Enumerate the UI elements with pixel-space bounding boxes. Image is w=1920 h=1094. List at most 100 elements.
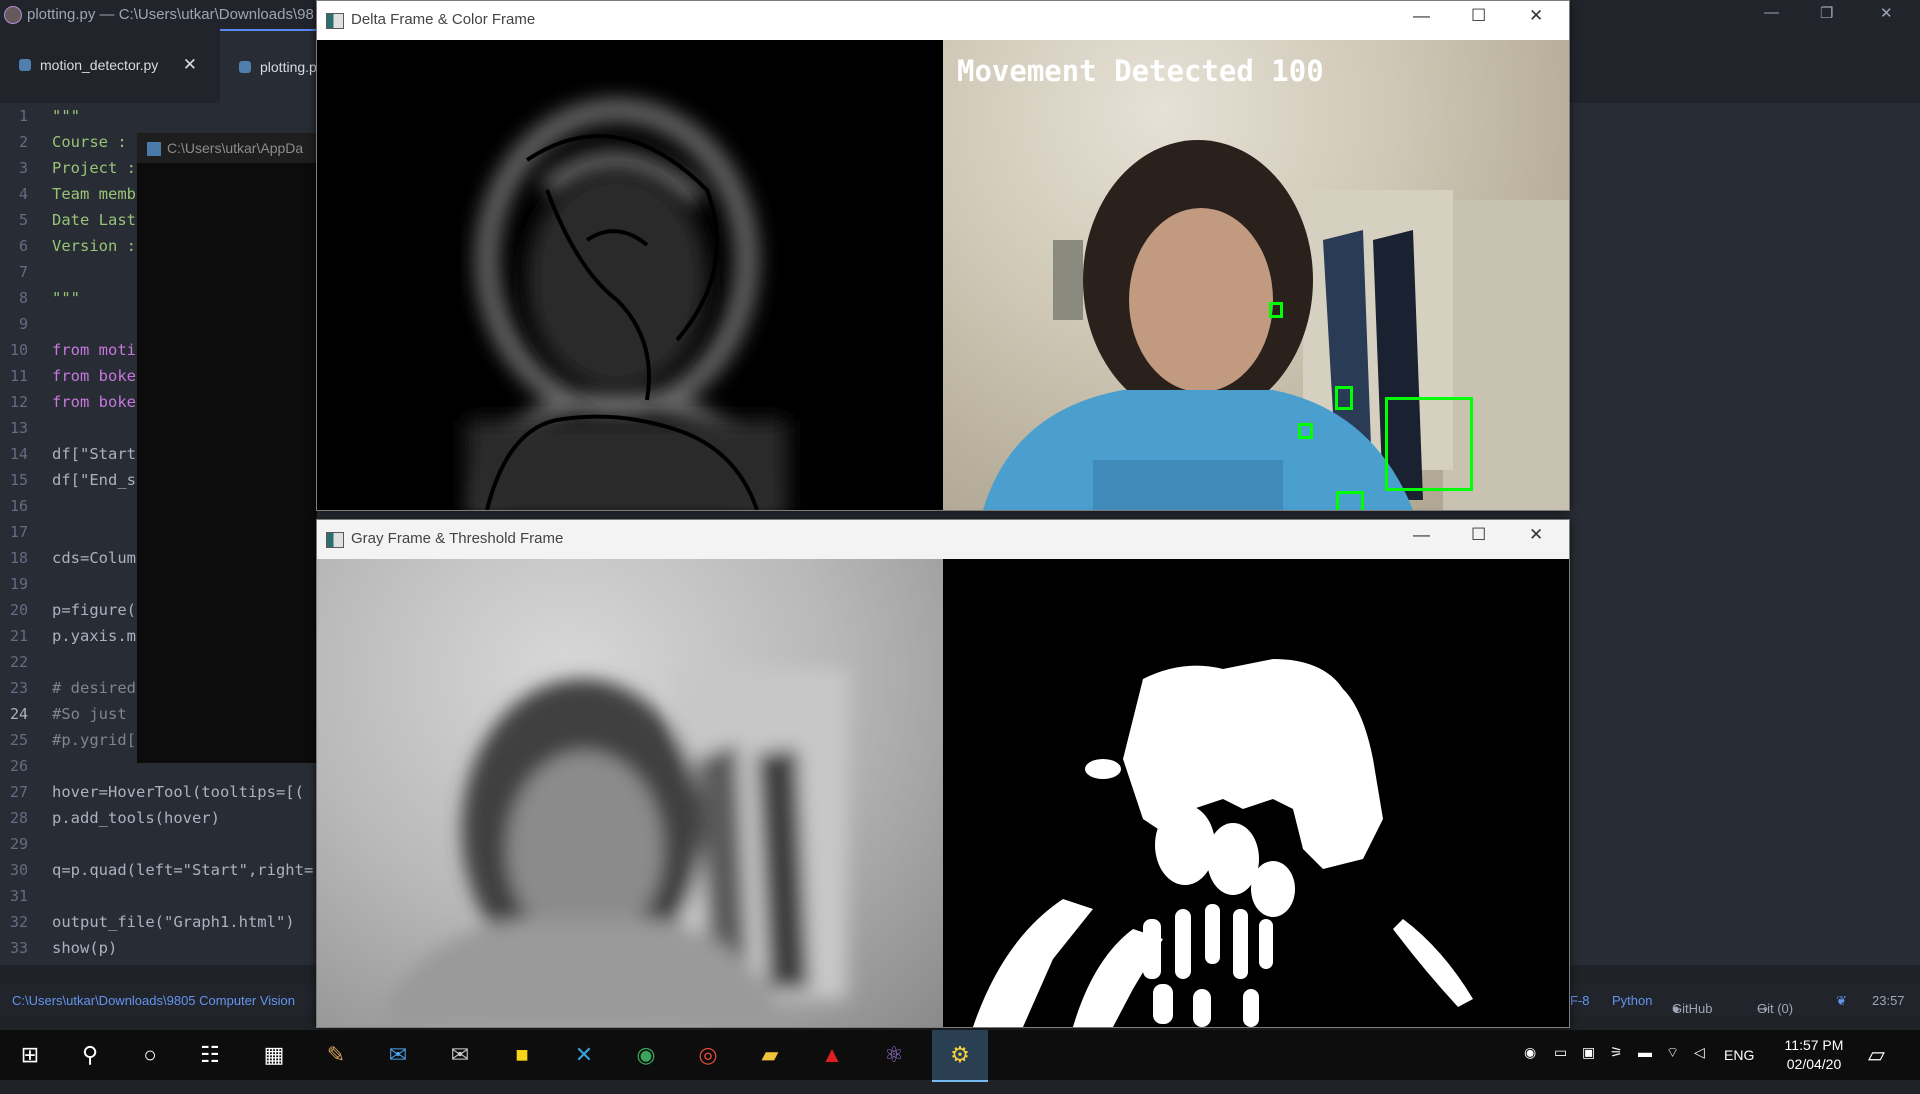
line-number: 21 [9, 627, 28, 645]
delta-frame [317, 40, 943, 510]
line-number: 1 [18, 107, 28, 125]
threshold-frame [943, 559, 1569, 1027]
tab-plotting[interactable]: plotting.p [220, 29, 320, 105]
line-number: 25 [9, 731, 28, 749]
tray-monitor-icon[interactable]: ▭ [1554, 1044, 1567, 1061]
tab-close-icon[interactable]: ✕ [183, 55, 197, 75]
maximize-button[interactable]: ☐ [1471, 6, 1486, 26]
taskbar-search[interactable]: ⚲ [66, 1030, 114, 1080]
taskbar-mail[interactable]: ✉ [436, 1030, 484, 1080]
minimize-button[interactable]: — [1413, 6, 1430, 26]
close-button[interactable]: ✕ [1529, 6, 1543, 26]
paint-icon: ✎ [326, 1042, 346, 1067]
atom-logo-icon [4, 6, 22, 24]
taskbar-outlook[interactable]: ✉ [374, 1030, 422, 1080]
notification-icon: ▱ [1868, 1042, 1885, 1067]
line-number: 6 [18, 237, 28, 255]
taskbar-clock[interactable]: 11:57 PM 02/04/20 [1774, 1036, 1854, 1074]
line-number: 4 [18, 185, 28, 203]
start-button[interactable]: ⊞ [6, 1030, 54, 1080]
line-number: 7 [18, 263, 28, 281]
line-number-gutter: 1 2 3 4 5 6 7 8 9 10 11 12 13 14 15 16 17 18 19 20 21 22 23 24 2… [0, 103, 40, 965]
tab-motion-detector[interactable]: motion_detector.py ✕ [0, 29, 219, 103]
tray-paint3d-icon[interactable]: ◉ [1524, 1044, 1536, 1061]
close-button[interactable]: ✕ [1529, 525, 1543, 545]
line-number: 28 [9, 809, 28, 827]
window-titlebar[interactable]: Gray Frame & Threshold Frame — ☐ ✕ [317, 520, 1569, 559]
task-view-icon: ☷ [200, 1042, 220, 1067]
editor-right-pane [1568, 103, 1920, 965]
file-explorer-icon: ▰ [761, 1042, 779, 1067]
atom-minimize-button[interactable]: — [1764, 4, 1779, 21]
line-number: 29 [9, 835, 28, 853]
taskbar-chrome[interactable]: ◎ [684, 1030, 732, 1080]
color-frame-image [983, 140, 1569, 510]
status-encoding[interactable]: F-8 [1570, 993, 1590, 1008]
action-center-button[interactable]: ▱ [1868, 1042, 1885, 1092]
tray-language[interactable]: ENG [1724, 1047, 1754, 1063]
opencv-window-icon [326, 532, 344, 548]
line-number: 24 [9, 705, 28, 723]
window-title: Gray Frame & Threshold Frame [351, 530, 564, 547]
line-number: 10 [9, 341, 28, 359]
motion-box [1269, 302, 1283, 318]
taskbar-task-view[interactable]: ☷ [186, 1030, 234, 1080]
line-number: 8 [18, 289, 28, 307]
chrome-icon: ◎ [698, 1042, 718, 1067]
delta-color-window[interactable]: Delta Frame & Color Frame — ☐ ✕ Movement… [316, 0, 1570, 511]
status-file-path[interactable]: C:\Users\utkar\Downloads\9805 Computer V… [12, 993, 295, 1008]
delta-frame-image [467, 99, 787, 510]
line-number: 9 [18, 315, 28, 333]
taskbar-paint3d[interactable]: ◉ [622, 1030, 670, 1080]
motion-box [1298, 423, 1313, 439]
outlook-icon: ✉ [388, 1042, 408, 1067]
window-content: Movement Detected 100 [317, 40, 1569, 510]
taskbar-paint[interactable]: ✎ [312, 1030, 360, 1080]
python-file-icon [19, 59, 31, 71]
line-number: 2 [18, 133, 28, 151]
taskbar-editor-app[interactable]: ✕ [560, 1030, 608, 1080]
atom-close-button[interactable]: ✕ [1880, 4, 1893, 22]
line-number: 23 [9, 679, 28, 697]
line-number: 27 [9, 783, 28, 801]
tray-satellite-icon[interactable]: ⚞ [1610, 1044, 1623, 1061]
line-number: 30 [9, 861, 28, 879]
tray-wifi-icon[interactable]: ⌔ [1666, 1044, 1679, 1062]
taskbar-acrobat[interactable]: ▲ [808, 1030, 856, 1080]
maximize-button[interactable]: ☐ [1471, 525, 1486, 545]
status-grammar[interactable]: Python [1612, 993, 1652, 1008]
status-time: 23:57 [1872, 993, 1905, 1008]
line-number: 13 [9, 419, 28, 437]
minimize-button[interactable]: — [1413, 525, 1430, 545]
line-number: 18 [9, 549, 28, 567]
motion-box [1385, 397, 1473, 491]
taskbar-calculator[interactable]: ▦ [250, 1030, 298, 1080]
console-titlebar: C:\Users\utkar\AppDa [137, 133, 317, 163]
threshold-frame-image [973, 659, 1473, 1027]
window-title: Delta Frame & Color Frame [351, 11, 536, 28]
line-number: 14 [9, 445, 28, 463]
taskbar-file-explorer[interactable]: ▰ [746, 1030, 794, 1080]
tray-volume-icon[interactable]: ◁ [1694, 1044, 1705, 1061]
line-number: 17 [9, 523, 28, 541]
status-bird-icon[interactable]: ❦ [1836, 993, 1847, 1009]
taskbar-python[interactable]: ⚙ [932, 1030, 988, 1082]
line-number: 22 [9, 653, 28, 671]
taskbar-cortana[interactable]: ○ [126, 1030, 174, 1080]
taskbar-sticky-notes[interactable]: ■ [498, 1030, 546, 1080]
gray-threshold-window[interactable]: Gray Frame & Threshold Frame — ☐ ✕ [316, 519, 1570, 1028]
tray-battery-icon[interactable]: ▬ [1638, 1044, 1652, 1060]
python-icon: ⚙ [950, 1042, 970, 1067]
movement-overlay-text: Movement Detected 100 [957, 54, 1324, 88]
console-window[interactable]: C:\Users\utkar\AppDa [136, 132, 318, 764]
opencv-window-icon [326, 13, 344, 29]
window-titlebar[interactable]: Delta Frame & Color Frame — ☐ ✕ [317, 1, 1569, 40]
paint3d-icon: ◉ [636, 1042, 656, 1067]
taskbar-atom[interactable]: ⚛ [870, 1030, 918, 1080]
atom-restore-button[interactable]: ❐ [1820, 4, 1833, 22]
line-number: 15 [9, 471, 28, 489]
clock-date: 02/04/20 [1786, 1056, 1842, 1072]
tray-network-adapter-icon[interactable]: ▣ [1582, 1044, 1595, 1061]
line-number: 26 [9, 757, 28, 775]
line-number: 16 [9, 497, 28, 515]
